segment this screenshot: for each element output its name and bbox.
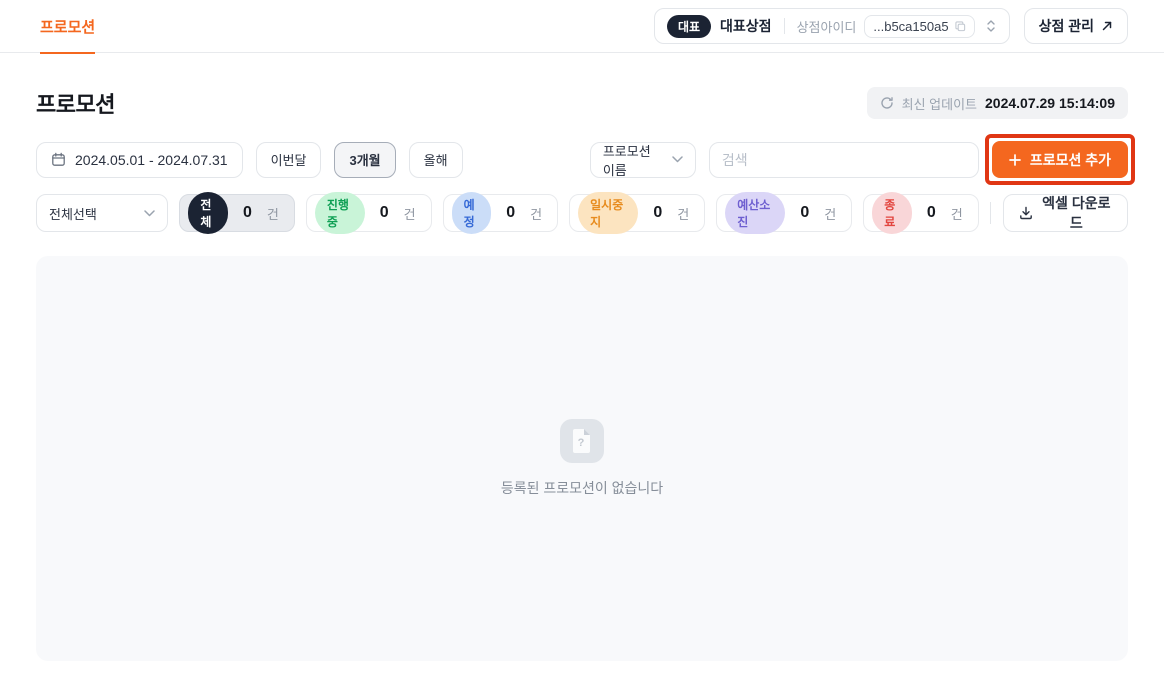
refresh-icon[interactable] (880, 96, 894, 110)
top-bar: 프로모션 대표 대표상점 상점아이디 ...b5ca150a5 (0, 0, 1164, 53)
status-unit: 건 (404, 204, 416, 223)
status-unit: 건 (951, 204, 963, 223)
main-content: 프로모션 최신 업데이트 2024.07.29 15:14:09 2024.05… (0, 87, 1164, 661)
status-card-budget-exhausted[interactable]: 예산소진 0 건 (716, 194, 852, 232)
page-title: 프로모션 (36, 87, 115, 119)
status-pill: 일시중지 (578, 192, 638, 234)
svg-text:?: ? (578, 437, 585, 449)
store-selector[interactable]: 대표 대표상점 상점아이디 ...b5ca150a5 (654, 8, 1010, 44)
last-update-value: 2024.07.29 15:14:09 (985, 95, 1115, 111)
plus-icon (1009, 154, 1021, 166)
last-update-pill: 최신 업데이트 2024.07.29 15:14:09 (867, 87, 1128, 119)
select-all-dropdown[interactable]: 전체선택 (36, 194, 168, 232)
add-promotion-label: 프로모션 추가 (1030, 150, 1111, 170)
status-count: 0 (800, 204, 809, 222)
period-button-3-months[interactable]: 3개월 (334, 142, 395, 178)
calendar-icon (51, 152, 66, 167)
status-unit: 건 (530, 204, 542, 223)
status-count: 0 (380, 204, 389, 222)
nav-tab-label: 프로모션 (40, 16, 95, 37)
manage-store-button[interactable]: 상점 관리 (1024, 8, 1128, 44)
store-id-label: 상점아이디 (797, 17, 857, 36)
add-promotion-wrap: 프로모션 추가 (992, 141, 1128, 178)
status-card-all[interactable]: 전체 0 건 (179, 194, 294, 232)
store-badge: 대표 (667, 15, 711, 38)
search-type-select[interactable]: 프로모션 이름 (590, 142, 696, 178)
add-promotion-button[interactable]: 프로모션 추가 (992, 141, 1128, 178)
select-all-value: 전체선택 (49, 204, 97, 223)
status-unit: 건 (677, 204, 689, 223)
empty-message: 등록된 프로모션이 없습니다 (501, 478, 663, 498)
chevron-down-icon (144, 210, 155, 217)
header-right: 대표 대표상점 상점아이디 ...b5ca150a5 상점 관리 (654, 8, 1128, 44)
chevron-updown-icon[interactable] (985, 18, 997, 34)
status-card-scheduled[interactable]: 예정 0 건 (443, 194, 558, 232)
status-count: 0 (927, 204, 936, 222)
date-range-value: 2024.05.01 - 2024.07.31 (75, 152, 228, 168)
row2-right: 엑셀 다운로드 (990, 194, 1128, 232)
status-unit: 건 (267, 204, 279, 223)
status-card-paused[interactable]: 일시중지 0 건 (569, 194, 705, 232)
search-input[interactable] (709, 142, 979, 178)
store-name: 대표상점 (720, 16, 772, 36)
status-count: 0 (653, 204, 662, 222)
status-pill: 예산소진 (725, 192, 785, 234)
divider (784, 18, 785, 34)
nav-tab-promotion[interactable]: 프로모션 (40, 0, 95, 53)
date-range-picker[interactable]: 2024.05.01 - 2024.07.31 (36, 142, 243, 178)
status-filter-row: 전체선택 전체 0 건 진행중 0 건 예정 0 건 일시중지 0 건 (36, 194, 1128, 232)
search-type-value: 프로모션 이름 (603, 141, 662, 179)
status-count: 0 (506, 204, 515, 222)
external-link-icon (1101, 20, 1113, 32)
excel-download-button[interactable]: 엑셀 다운로드 (1003, 194, 1128, 232)
last-update-label: 최신 업데이트 (902, 94, 977, 113)
period-button-this-month[interactable]: 이번달 (256, 142, 322, 178)
manage-store-label: 상점 관리 (1039, 16, 1094, 36)
status-pill: 전체 (188, 192, 228, 234)
download-icon (1019, 206, 1033, 220)
status-pill: 예정 (452, 192, 492, 234)
title-row: 프로모션 최신 업데이트 2024.07.29 15:14:09 (36, 87, 1128, 119)
divider (990, 202, 991, 224)
copy-icon[interactable] (955, 21, 966, 32)
status-card-running[interactable]: 진행중 0 건 (306, 194, 432, 232)
status-pill: 진행중 (315, 192, 365, 234)
document-question-icon: ? (560, 419, 604, 463)
store-id-value: ...b5ca150a5 (873, 19, 948, 34)
period-button-this-year[interactable]: 올해 (409, 142, 463, 178)
filter-row-search: 2024.05.01 - 2024.07.31 이번달 3개월 올해 프로모션 … (36, 141, 1128, 178)
status-card-ended[interactable]: 종료 0 건 (863, 194, 978, 232)
status-unit: 건 (824, 204, 836, 223)
excel-download-label: 엑셀 다운로드 (1041, 193, 1112, 233)
store-id-pill[interactable]: ...b5ca150a5 (864, 15, 974, 38)
status-pill: 종료 (872, 192, 912, 234)
status-count: 0 (243, 204, 252, 222)
chevron-down-icon (672, 156, 683, 163)
promotion-list-empty-panel: ? 등록된 프로모션이 없습니다 (36, 256, 1128, 661)
